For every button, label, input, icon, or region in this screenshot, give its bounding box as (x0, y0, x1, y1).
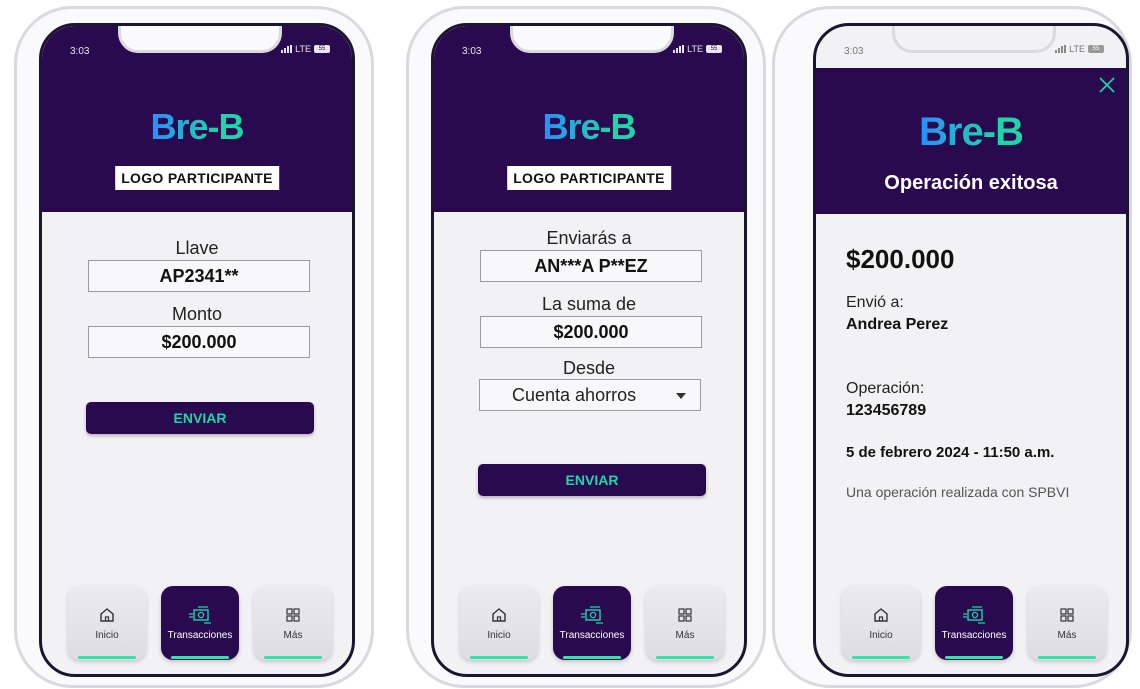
operation-datetime: 5 de febrero 2024 - 11:50 a.m. (846, 444, 1055, 461)
source-account-select[interactable]: Cuenta ahorros (479, 379, 701, 411)
transactions-icon (161, 604, 239, 626)
sum-label: La suma de (541, 294, 637, 314)
home-icon (68, 604, 146, 626)
close-icon[interactable] (1098, 76, 1116, 99)
signal-icon (281, 45, 293, 53)
phone-notch (510, 26, 674, 53)
success-header: Bre-B Operación exitosa (816, 68, 1126, 214)
nav-underline (264, 656, 322, 659)
home-icon (460, 604, 538, 626)
grid-icon (254, 604, 332, 626)
amount-field[interactable]: $200.000 (88, 326, 310, 358)
transactions-icon (935, 604, 1013, 626)
sent-to-label: Envió a: (846, 294, 904, 311)
nav-underline (171, 656, 229, 659)
sum-field: $200.000 (480, 316, 702, 348)
success-title: Operación exitosa (884, 172, 1058, 194)
nav-underline (945, 656, 1003, 659)
phone-frame-success: 3:03 LTE 55 Bre-B Operación exitosa $200… (772, 6, 1132, 688)
participant-logo: LOGO PARTICIPANTE (507, 166, 671, 190)
send-button[interactable]: ENVIAR (86, 402, 314, 434)
bottom-nav: Inicio Transacciones Más (434, 586, 744, 666)
recipient-name: Andrea Perez (846, 316, 949, 333)
nav-label-mas: Más (1057, 630, 1077, 641)
app-header: 3:03 LTE 55 Bre-B LOGO PARTICIPANTE (42, 26, 352, 212)
network-type: LTE (687, 44, 703, 54)
status-time: 3:03 (70, 46, 90, 57)
participant-logo: LOGO PARTICIPANTE (115, 166, 279, 190)
bottom-nav: Inicio Transacciones Más (42, 586, 352, 666)
phone-screen: 3:03 LTE 55 Bre-B Operación exitosa $200… (813, 23, 1129, 677)
nav-label-transacciones: Transacciones (941, 630, 1007, 641)
operation-number: 123456789 (846, 402, 927, 419)
nav-item-mas[interactable]: Más (646, 586, 724, 660)
nav-underline (563, 656, 621, 659)
battery-icon: 55 (1088, 45, 1104, 53)
key-label: Llave (175, 238, 219, 258)
source-label: Desde (562, 358, 616, 378)
home-icon (842, 604, 920, 626)
nav-label-inicio: Inicio (95, 630, 119, 641)
recipient-label: Enviarás a (546, 228, 632, 248)
status-bar-right: LTE 55 (1055, 44, 1104, 54)
nav-underline (656, 656, 714, 659)
phone-notch (892, 26, 1056, 53)
stage: 3:03 LTE 55 Bre-B LOGO PARTICIPANTE Llav… (0, 0, 1140, 689)
nav-label-inicio: Inicio (869, 630, 893, 641)
send-button[interactable]: ENVIAR (478, 464, 706, 496)
operation-label: Operación: (846, 380, 925, 397)
nav-underline (1038, 656, 1096, 659)
brand-logo: Bre-B (542, 106, 636, 147)
nav-item-mas[interactable]: Más (1028, 586, 1106, 660)
recipient-field: AN***A P**EZ (480, 250, 702, 282)
nav-item-inicio[interactable]: Inicio (460, 586, 538, 660)
nav-label-mas: Más (675, 630, 695, 641)
nav-underline (78, 656, 136, 659)
app-header: 3:03 LTE 55 Bre-B LOGO PARTICIPANTE (434, 26, 744, 212)
status-time: 3:03 (462, 46, 482, 57)
nav-label-transacciones: Transacciones (167, 630, 233, 641)
network-type: LTE (295, 44, 311, 54)
nav-item-inicio[interactable]: Inicio (68, 586, 146, 660)
signal-icon (673, 45, 685, 53)
signal-icon (1055, 45, 1067, 53)
nav-item-transacciones[interactable]: Transacciones (553, 586, 631, 660)
nav-item-inicio[interactable]: Inicio (842, 586, 920, 660)
brand-logo: Bre-B (919, 110, 1024, 154)
nav-label-transacciones: Transacciones (559, 630, 625, 641)
brand-logo: Bre-B (150, 106, 244, 147)
battery-icon: 55 (706, 45, 722, 53)
nav-item-transacciones[interactable]: Transacciones (161, 586, 239, 660)
nav-item-mas[interactable]: Más (254, 586, 332, 660)
status-bar-right: LTE 55 (673, 44, 722, 54)
phone-screen: 3:03 LTE 55 Bre-B LOGO PARTICIPANTE Llav… (39, 23, 355, 677)
key-field[interactable]: AP2341** (88, 260, 310, 292)
phone-frame-confirm: 3:03 LTE 55 Bre-B LOGO PARTICIPANTE Envi… (406, 6, 766, 688)
grid-icon (646, 604, 724, 626)
bottom-nav: Inicio Transacciones Más (816, 586, 1126, 666)
amount-label: Monto (171, 304, 223, 324)
status-bar-right: LTE 55 (281, 44, 330, 54)
phone-notch (118, 26, 282, 53)
grid-icon (1028, 604, 1106, 626)
phone-screen: 3:03 LTE 55 Bre-B LOGO PARTICIPANTE Envi… (431, 23, 747, 677)
operation-note: Una operación realizada con SPBVI (846, 484, 1070, 500)
nav-item-transacciones[interactable]: Transacciones (935, 586, 1013, 660)
network-type: LTE (1069, 44, 1085, 54)
source-account-value: Cuenta ahorros (512, 385, 637, 405)
chevron-down-icon (676, 393, 686, 399)
nav-underline (470, 656, 528, 659)
nav-underline (852, 656, 910, 659)
phone-frame-key-entry: 3:03 LTE 55 Bre-B LOGO PARTICIPANTE Llav… (14, 6, 374, 688)
battery-icon: 55 (314, 45, 330, 53)
transactions-icon (553, 604, 631, 626)
status-time: 3:03 (844, 46, 864, 57)
nav-label-mas: Más (283, 630, 303, 641)
transfer-amount: $200.000 (846, 244, 955, 274)
nav-label-inicio: Inicio (487, 630, 511, 641)
